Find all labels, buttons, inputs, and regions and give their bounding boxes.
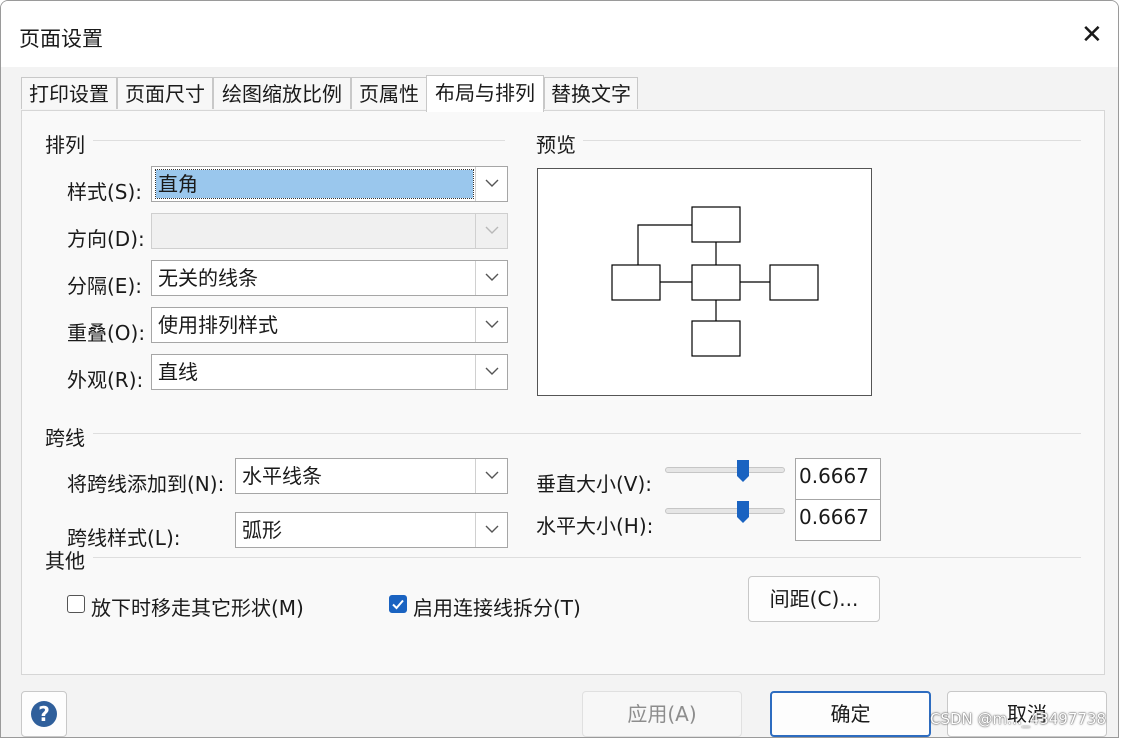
separation-select[interactable]: 无关的线条: [151, 260, 508, 296]
ok-button[interactable]: 确定: [770, 691, 931, 737]
horizontal-size-label: 水平大小(H):: [536, 514, 654, 538]
chevron-down-icon: [475, 214, 507, 248]
layout-group-divider: [93, 140, 505, 141]
other-group-title: 其他: [45, 549, 85, 573]
jumps-group-title: 跨线: [45, 426, 85, 450]
help-button[interactable]: ?: [21, 691, 67, 737]
direction-value: [156, 217, 158, 245]
horizontal-size-slider[interactable]: [665, 508, 785, 514]
tab-layout-routing[interactable]: 布局与排列: [426, 75, 544, 112]
style-select[interactable]: 直角: [151, 166, 508, 202]
watermark-text: CSDN @m…_43497738: [930, 710, 1106, 728]
other-group-divider: [93, 557, 1081, 558]
chevron-down-icon: [475, 167, 507, 201]
overlap-label: 重叠(O):: [67, 321, 146, 345]
tab-label: 绘图缩放比例: [222, 82, 342, 106]
vertical-size-slider[interactable]: [665, 467, 785, 473]
dialog-title: 页面设置: [19, 27, 103, 51]
vertical-size-input[interactable]: 0.6667: [795, 458, 881, 500]
tab-label: 页面尺寸: [125, 82, 205, 106]
split-connectors-checkbox[interactable]: [389, 595, 407, 613]
tab-page-properties[interactable]: 页属性: [351, 77, 427, 109]
jumps-group-divider: [93, 433, 1081, 434]
preview-group-title: 预览: [536, 133, 576, 157]
chevron-down-icon: [475, 513, 507, 547]
move-shapes-label[interactable]: 放下时移走其它形状(M): [91, 592, 304, 621]
overlap-select[interactable]: 使用排列样式: [151, 307, 508, 343]
appearance-select[interactable]: 直线: [151, 354, 508, 390]
jumps-add-to-select[interactable]: 水平线条: [235, 458, 508, 494]
preview-group-divider: [583, 140, 1081, 141]
checkmark-icon: [392, 599, 404, 610]
jumps-add-to-value: 水平线条: [242, 464, 322, 488]
tab-drawing-scale[interactable]: 绘图缩放比例: [213, 77, 351, 109]
separation-label: 分隔(E):: [67, 274, 142, 298]
layout-group-title: 排列: [45, 133, 85, 157]
jumps-add-to-label: 将跨线添加到(N):: [67, 472, 225, 496]
jumps-style-value: 弧形: [242, 518, 282, 542]
tab-alt-text[interactable]: 替换文字: [544, 77, 638, 109]
tab-label: 替换文字: [551, 82, 631, 106]
layout-preview: [537, 168, 872, 396]
page-setup-dialog: 页面设置 ✕ 打印设置 页面尺寸 绘图缩放比例 页属性 布局与排列 替换文字 排…: [0, 0, 1119, 738]
direction-label: 方向(D):: [67, 227, 145, 251]
tab-print-settings[interactable]: 打印设置: [21, 77, 117, 109]
vertical-size-label: 垂直大小(V):: [536, 472, 653, 496]
overlap-value: 使用排列样式: [158, 313, 278, 337]
help-icon: ?: [31, 701, 57, 727]
chevron-down-icon: [475, 355, 507, 389]
separation-value: 无关的线条: [158, 266, 258, 290]
close-icon[interactable]: ✕: [1081, 22, 1103, 48]
vertical-slider-thumb[interactable]: [736, 459, 750, 483]
svg-text:?: ?: [38, 702, 50, 726]
style-value: 直角: [155, 169, 474, 199]
tab-label: 布局与排列: [435, 81, 535, 105]
preview-diagram: [611, 206, 819, 357]
style-label: 样式(S):: [67, 180, 143, 204]
apply-button[interactable]: 应用(A): [582, 691, 742, 737]
tab-page-size[interactable]: 页面尺寸: [117, 77, 213, 109]
direction-select[interactable]: [151, 213, 508, 249]
split-connectors-label[interactable]: 启用连接线拆分(T): [413, 592, 581, 621]
jumps-style-select[interactable]: 弧形: [235, 512, 508, 548]
move-shapes-checkbox[interactable]: [67, 595, 85, 613]
title-bar: 页面设置 ✕: [1, 1, 1118, 67]
tab-label: 页属性: [359, 82, 419, 106]
spacing-button[interactable]: 间距(C)...: [748, 576, 880, 622]
appearance-value: 直线: [158, 360, 198, 384]
chevron-down-icon: [475, 459, 507, 493]
chevron-down-icon: [475, 308, 507, 342]
horizontal-slider-thumb[interactable]: [736, 500, 750, 524]
chevron-down-icon: [475, 261, 507, 295]
appearance-label: 外观(R):: [67, 368, 144, 392]
tab-label: 打印设置: [29, 82, 109, 106]
horizontal-size-input[interactable]: 0.6667: [795, 499, 881, 541]
